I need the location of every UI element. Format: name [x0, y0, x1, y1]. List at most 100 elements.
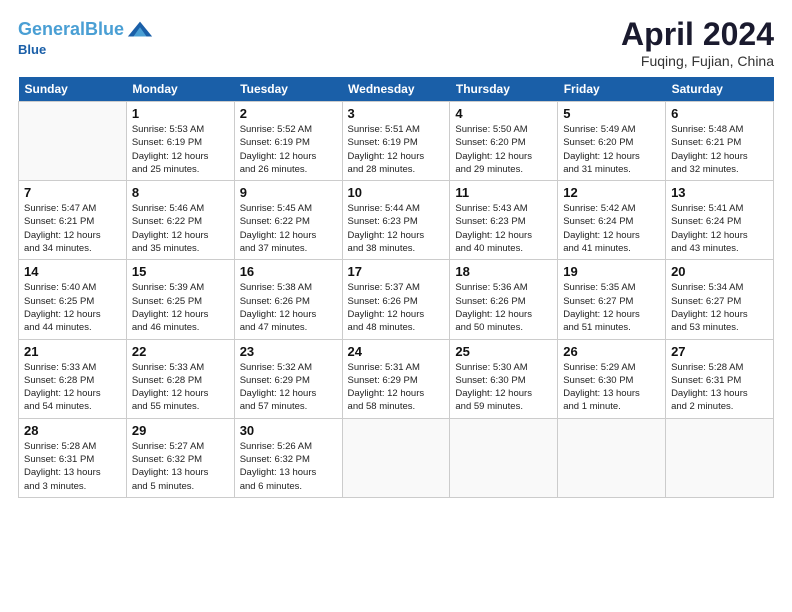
- day-info: Sunrise: 5:34 AM Sunset: 6:27 PM Dayligh…: [671, 281, 768, 334]
- table-row: 20 Sunrise: 5:34 AM Sunset: 6:27 PM Dayli…: [666, 260, 774, 339]
- logo: GeneralBlue Blue: [18, 16, 154, 57]
- table-row: 9 Sunrise: 5:45 AM Sunset: 6:22 PM Daylig…: [234, 181, 342, 260]
- table-row: 14 Sunrise: 5:40 AM Sunset: 6:25 PM Dayli…: [19, 260, 127, 339]
- day-info: Sunrise: 5:49 AM Sunset: 6:20 PM Dayligh…: [563, 123, 660, 176]
- table-row: 16Sunrise: 5:38 AM Sunset: 6:26 PM Dayli…: [234, 260, 342, 339]
- day-info: Sunrise: 5:43 AM Sunset: 6:23 PM Dayligh…: [455, 202, 552, 255]
- day-number: 2: [240, 106, 337, 121]
- day-number: 12: [563, 185, 660, 200]
- table-row: 7 Sunrise: 5:47 AM Sunset: 6:21 PM Daylig…: [19, 181, 127, 260]
- day-number: 4: [455, 106, 552, 121]
- day-number: 7: [24, 185, 121, 200]
- day-info: Sunrise: 5:35 AM Sunset: 6:27 PM Dayligh…: [563, 281, 660, 334]
- table-row: 11Sunrise: 5:43 AM Sunset: 6:23 PM Dayli…: [450, 181, 558, 260]
- day-number: 29: [132, 423, 229, 438]
- calendar: Sunday Monday Tuesday Wednesday Thursday…: [18, 77, 774, 498]
- day-info: Sunrise: 5:31 AM Sunset: 6:29 PM Dayligh…: [348, 361, 445, 414]
- calendar-header-row: Sunday Monday Tuesday Wednesday Thursday…: [19, 77, 774, 102]
- day-number: 3: [348, 106, 445, 121]
- logo-icon: [126, 16, 154, 44]
- table-row: 21 Sunrise: 5:33 AM Sunset: 6:28 PM Dayli…: [19, 339, 127, 418]
- title-block: April 2024 Fuqing, Fujian, China: [621, 16, 774, 69]
- table-row: 24 Sunrise: 5:31 AM Sunset: 6:29 PM Dayli…: [342, 339, 450, 418]
- table-row: 6 Sunrise: 5:48 AM Sunset: 6:21 PM Daylig…: [666, 102, 774, 181]
- col-saturday: Saturday: [666, 77, 774, 102]
- day-number: 22: [132, 344, 229, 359]
- table-row: 22 Sunrise: 5:33 AM Sunset: 6:28 PM Dayli…: [126, 339, 234, 418]
- table-row: 28 Sunrise: 5:28 AM Sunset: 6:31 PM Dayli…: [19, 418, 127, 497]
- table-row: 30Sunrise: 5:26 AM Sunset: 6:32 PM Dayli…: [234, 418, 342, 497]
- table-row: [666, 418, 774, 497]
- day-number: 14: [24, 264, 121, 279]
- header: GeneralBlue Blue April 2024 Fuqing, Fuji…: [18, 16, 774, 69]
- day-info: Sunrise: 5:40 AM Sunset: 6:25 PM Dayligh…: [24, 281, 121, 334]
- day-info: Sunrise: 5:44 AM Sunset: 6:23 PM Dayligh…: [348, 202, 445, 255]
- table-row: [450, 418, 558, 497]
- day-number: 1: [132, 106, 229, 121]
- day-number: 21: [24, 344, 121, 359]
- day-number: 17: [348, 264, 445, 279]
- calendar-week-row: 28 Sunrise: 5:28 AM Sunset: 6:31 PM Dayli…: [19, 418, 774, 497]
- day-number: 25: [455, 344, 552, 359]
- table-row: 23Sunrise: 5:32 AM Sunset: 6:29 PM Dayli…: [234, 339, 342, 418]
- day-number: 16: [240, 264, 337, 279]
- table-row: 17 Sunrise: 5:37 AM Sunset: 6:26 PM Dayli…: [342, 260, 450, 339]
- day-info: Sunrise: 5:52 AM Sunset: 6:19 PM Dayligh…: [240, 123, 337, 176]
- table-row: 19Sunrise: 5:35 AM Sunset: 6:27 PM Dayli…: [558, 260, 666, 339]
- month-title: April 2024: [621, 16, 774, 53]
- col-friday: Friday: [558, 77, 666, 102]
- day-number: 23: [240, 344, 337, 359]
- day-number: 15: [132, 264, 229, 279]
- col-sunday: Sunday: [19, 77, 127, 102]
- table-row: 4 Sunrise: 5:50 AM Sunset: 6:20 PM Daylig…: [450, 102, 558, 181]
- day-number: 24: [348, 344, 445, 359]
- table-row: 13Sunrise: 5:41 AM Sunset: 6:24 PM Dayli…: [666, 181, 774, 260]
- table-row: 12 Sunrise: 5:42 AM Sunset: 6:24 PM Dayli…: [558, 181, 666, 260]
- table-row: 15Sunrise: 5:39 AM Sunset: 6:25 PM Dayli…: [126, 260, 234, 339]
- table-row: [558, 418, 666, 497]
- col-wednesday: Wednesday: [342, 77, 450, 102]
- day-info: Sunrise: 5:46 AM Sunset: 6:22 PM Dayligh…: [132, 202, 229, 255]
- day-info: Sunrise: 5:29 AM Sunset: 6:30 PM Dayligh…: [563, 361, 660, 414]
- calendar-week-row: 1 Sunrise: 5:53 AM Sunset: 6:19 PM Daylig…: [19, 102, 774, 181]
- day-info: Sunrise: 5:33 AM Sunset: 6:28 PM Dayligh…: [132, 361, 229, 414]
- col-thursday: Thursday: [450, 77, 558, 102]
- table-row: 8 Sunrise: 5:46 AM Sunset: 6:22 PM Daylig…: [126, 181, 234, 260]
- table-row: [342, 418, 450, 497]
- day-info: Sunrise: 5:45 AM Sunset: 6:22 PM Dayligh…: [240, 202, 337, 255]
- logo-text: GeneralBlue: [18, 20, 124, 40]
- calendar-week-row: 14 Sunrise: 5:40 AM Sunset: 6:25 PM Dayli…: [19, 260, 774, 339]
- page: GeneralBlue Blue April 2024 Fuqing, Fuji…: [0, 0, 792, 612]
- day-info: Sunrise: 5:47 AM Sunset: 6:21 PM Dayligh…: [24, 202, 121, 255]
- table-row: 26 Sunrise: 5:29 AM Sunset: 6:30 PM Dayli…: [558, 339, 666, 418]
- day-info: Sunrise: 5:36 AM Sunset: 6:26 PM Dayligh…: [455, 281, 552, 334]
- col-monday: Monday: [126, 77, 234, 102]
- day-info: Sunrise: 5:41 AM Sunset: 6:24 PM Dayligh…: [671, 202, 768, 255]
- day-info: Sunrise: 5:50 AM Sunset: 6:20 PM Dayligh…: [455, 123, 552, 176]
- table-row: 18 Sunrise: 5:36 AM Sunset: 6:26 PM Dayli…: [450, 260, 558, 339]
- day-number: 20: [671, 264, 768, 279]
- day-info: Sunrise: 5:33 AM Sunset: 6:28 PM Dayligh…: [24, 361, 121, 414]
- day-info: Sunrise: 5:37 AM Sunset: 6:26 PM Dayligh…: [348, 281, 445, 334]
- table-row: 29 Sunrise: 5:27 AM Sunset: 6:32 PM Dayli…: [126, 418, 234, 497]
- table-row: 10Sunrise: 5:44 AM Sunset: 6:23 PM Dayli…: [342, 181, 450, 260]
- day-info: Sunrise: 5:53 AM Sunset: 6:19 PM Dayligh…: [132, 123, 229, 176]
- day-number: 27: [671, 344, 768, 359]
- day-number: 26: [563, 344, 660, 359]
- day-number: 18: [455, 264, 552, 279]
- day-number: 30: [240, 423, 337, 438]
- day-info: Sunrise: 5:28 AM Sunset: 6:31 PM Dayligh…: [24, 440, 121, 493]
- table-row: 5 Sunrise: 5:49 AM Sunset: 6:20 PM Daylig…: [558, 102, 666, 181]
- day-info: Sunrise: 5:51 AM Sunset: 6:19 PM Dayligh…: [348, 123, 445, 176]
- day-number: 28: [24, 423, 121, 438]
- day-number: 8: [132, 185, 229, 200]
- table-row: 1 Sunrise: 5:53 AM Sunset: 6:19 PM Daylig…: [126, 102, 234, 181]
- day-info: Sunrise: 5:28 AM Sunset: 6:31 PM Dayligh…: [671, 361, 768, 414]
- day-number: 5: [563, 106, 660, 121]
- day-info: Sunrise: 5:42 AM Sunset: 6:24 PM Dayligh…: [563, 202, 660, 255]
- table-row: 25Sunrise: 5:30 AM Sunset: 6:30 PM Dayli…: [450, 339, 558, 418]
- day-info: Sunrise: 5:27 AM Sunset: 6:32 PM Dayligh…: [132, 440, 229, 493]
- day-info: Sunrise: 5:48 AM Sunset: 6:21 PM Dayligh…: [671, 123, 768, 176]
- day-number: 6: [671, 106, 768, 121]
- day-number: 9: [240, 185, 337, 200]
